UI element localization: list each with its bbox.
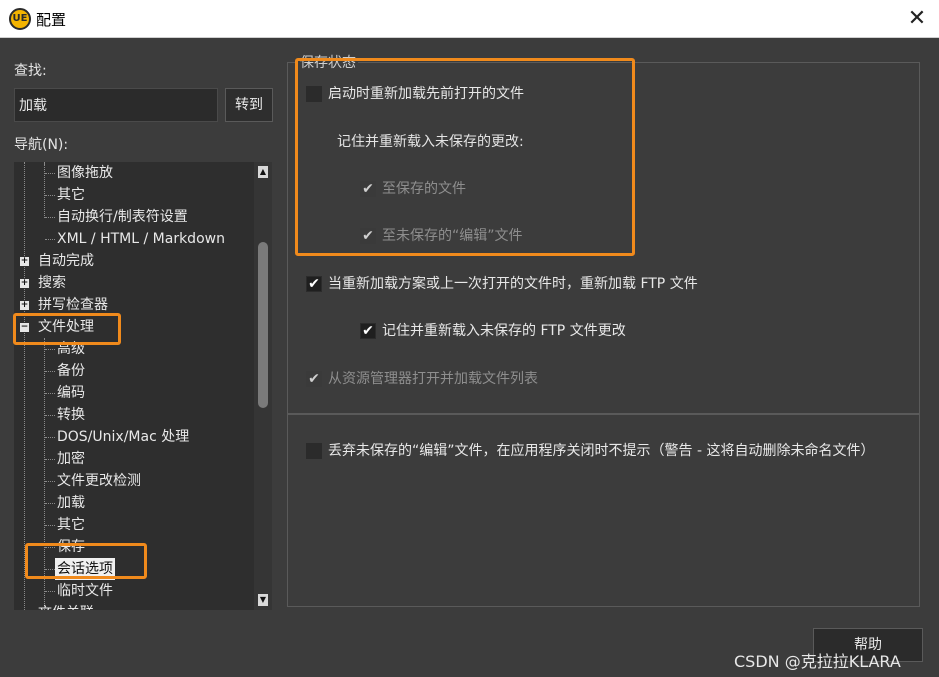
check-icon: ✔ [306,371,322,387]
goto-button[interactable]: 转到 [225,88,273,122]
tree-guide [24,162,25,610]
tree-branch [45,217,55,218]
nav-item-backup[interactable]: 备份 [57,360,85,382]
tree-branch [45,239,55,240]
expand-plus-icon[interactable]: + [20,279,29,288]
nav-item-misc-2[interactable]: 其它 [57,514,85,536]
tree-branch [45,459,55,460]
option-label: 记住并重新载入未保存的 FTP 文件更改 [382,323,626,339]
window-title: 配置 [36,11,67,29]
tree-branch [45,481,55,482]
title-bar: UE 配置 ✕ [0,0,939,38]
nav-scrollbar[interactable]: ▲ ▼ [254,162,272,610]
nav-item-dos-unix-mac[interactable]: DOS/Unix/Mac 处理 [57,426,189,448]
tree-branch [45,503,55,504]
tree-branch [45,591,55,592]
expand-plus-icon[interactable]: + [20,257,29,266]
nav-label: 导航(N): [14,137,69,153]
checkbox[interactable] [306,443,322,459]
expand-plus-icon[interactable]: + [20,301,29,310]
tree-branch [45,173,55,174]
nav-item-search[interactable]: 搜索 [38,272,66,294]
tree-branch [45,415,55,416]
search-label: 查找: [14,63,47,79]
tree-branch [45,393,55,394]
search-input[interactable] [14,88,218,122]
highlight-box-session-options [25,543,147,579]
nav-item-encryption[interactable]: 加密 [57,448,85,470]
nav-item-file-association[interactable]: 文件关联 [38,602,94,610]
check-icon[interactable]: ✔ [306,276,322,292]
option-label: 当重新加载方案或上一次打开的文件时，重新加载 FTP 文件 [328,276,698,292]
nav-item-encoding[interactable]: 编码 [57,382,85,404]
close-button[interactable]: ✕ [898,2,936,36]
tree-branch [45,371,55,372]
nav-item-xml-html-markdown[interactable]: XML / HTML / Markdown [57,228,225,250]
check-icon[interactable]: ✔ [360,323,376,339]
highlight-box-file-handling [13,313,121,345]
nav-item-load[interactable]: 加载 [57,492,85,514]
highlight-box-save-state [295,58,635,256]
tree-branch [45,525,55,526]
nav-item-misc[interactable]: 其它 [57,184,85,206]
nav-item-conversion[interactable]: 转换 [57,404,85,426]
option-label: 从资源管理器打开并加载文件列表 [328,371,538,387]
nav-item-temp-files[interactable]: 临时文件 [57,580,113,602]
watermark-text: CSDN @克拉拉KLARA [734,652,901,671]
tree-branch [45,437,55,438]
tree-branch [45,349,55,350]
nav-item-image-drop[interactable]: 图像拖放 [57,162,113,184]
scroll-up-icon[interactable]: ▲ [258,166,268,178]
tree-guide [44,162,45,218]
option-label: 丢弃未保存的“编辑”文件，在应用程序关闭时不提示（警告 - 这将自动删除未命名文… [328,443,875,459]
nav-item-file-change-detect[interactable]: 文件更改检测 [57,470,141,492]
nav-item-wordwrap-tabs[interactable]: 自动换行/制表符设置 [57,206,188,228]
tree-branch [45,195,55,196]
nav-item-autocomplete[interactable]: 自动完成 [38,250,94,272]
scroll-thumb[interactable] [258,242,268,408]
app-logo-icon: UE [9,8,31,30]
scroll-down-icon[interactable]: ▼ [258,594,268,606]
